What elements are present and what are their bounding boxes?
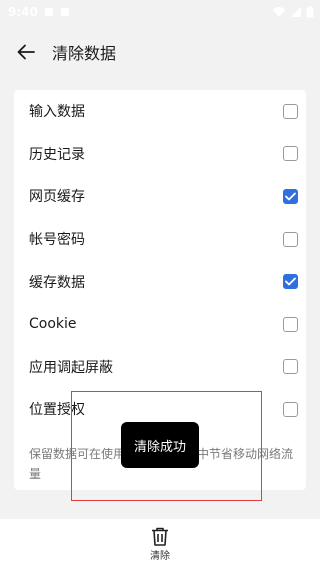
option-row-cookie[interactable]: Cookie bbox=[14, 303, 306, 346]
notification-icon-2 bbox=[60, 8, 69, 16]
app-header: 清除数据 bbox=[0, 24, 320, 80]
option-label: 输入数据 bbox=[29, 104, 85, 121]
check-icon bbox=[285, 277, 296, 286]
trash-icon bbox=[152, 527, 168, 546]
option-row-input-data[interactable]: 输入数据 bbox=[14, 90, 306, 133]
wifi-icon bbox=[272, 7, 286, 17]
status-right bbox=[272, 6, 314, 18]
option-checkbox[interactable] bbox=[283, 401, 298, 417]
option-row-history[interactable]: 历史记录 bbox=[14, 133, 306, 176]
option-checkbox[interactable] bbox=[283, 146, 298, 162]
arrow-left-icon bbox=[17, 44, 35, 60]
option-checkbox[interactable] bbox=[283, 231, 298, 247]
notification-icon bbox=[44, 8, 53, 16]
option-row-account-password[interactable]: 帐号密码 bbox=[14, 218, 306, 261]
option-checkbox[interactable] bbox=[283, 188, 298, 204]
option-row-cache-data[interactable]: 缓存数据 bbox=[14, 260, 306, 303]
clear-button-label: 清除 bbox=[150, 550, 170, 562]
bottom-bar: 清除 bbox=[0, 519, 320, 569]
back-button[interactable] bbox=[14, 40, 38, 64]
option-label: Cookie bbox=[29, 316, 77, 333]
option-checkbox[interactable] bbox=[283, 274, 298, 290]
status-left: 9:40 bbox=[8, 5, 70, 19]
status-bar: 9:40 bbox=[0, 0, 320, 24]
option-label: 历史记录 bbox=[29, 146, 85, 163]
check-icon bbox=[285, 192, 296, 201]
option-checkbox[interactable] bbox=[283, 316, 298, 332]
battery-icon bbox=[306, 6, 314, 18]
option-label: 帐号密码 bbox=[29, 232, 85, 249]
signal-icon bbox=[291, 7, 301, 17]
option-row-app-launch-block[interactable]: 应用调起屏蔽 bbox=[14, 346, 306, 389]
option-row-web-cache[interactable]: 网页缓存 bbox=[14, 175, 306, 218]
option-checkbox[interactable] bbox=[283, 359, 298, 375]
option-label: 网页缓存 bbox=[29, 189, 85, 206]
clear-button[interactable]: 清除 bbox=[150, 527, 170, 562]
page-title: 清除数据 bbox=[52, 44, 117, 63]
option-label: 应用调起屏蔽 bbox=[29, 359, 113, 376]
option-checkbox[interactable] bbox=[283, 103, 298, 119]
status-time: 9:40 bbox=[8, 5, 38, 19]
option-label: 缓存数据 bbox=[29, 274, 85, 291]
toast-message: 清除成功 bbox=[121, 422, 199, 468]
